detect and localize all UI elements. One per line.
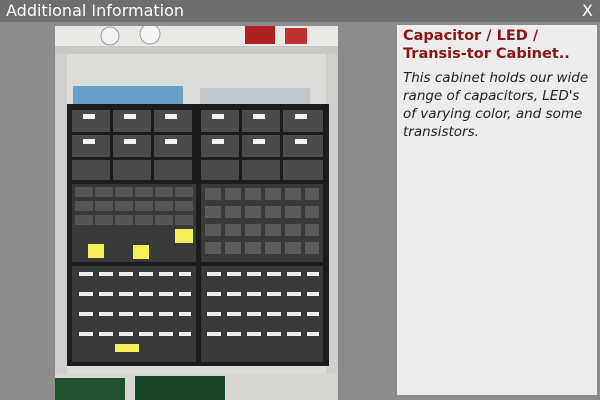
dialog-title: Additional Information <box>6 1 185 20</box>
cabinet-illustration <box>55 26 338 400</box>
info-description: This cabinet holds our wide range of cap… <box>403 70 589 140</box>
close-button[interactable]: X <box>582 1 593 21</box>
info-panel: Capacitor / LED / Transis-tor Cabinet.. … <box>397 25 597 395</box>
dialog-titlebar: Additional Information X <box>0 0 600 22</box>
info-heading: Capacitor / LED / Transis-tor Cabinet.. <box>403 28 570 62</box>
cabinet-photo <box>55 26 338 400</box>
